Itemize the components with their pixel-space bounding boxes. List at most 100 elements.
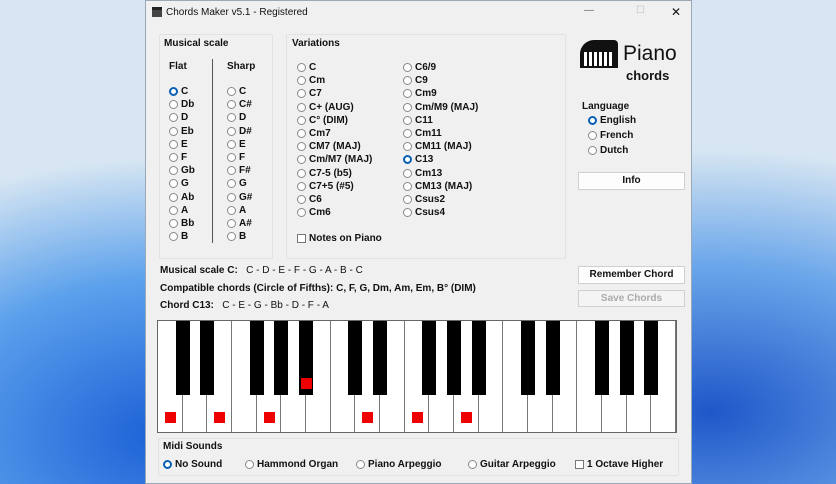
radio-label: C# xyxy=(239,99,252,111)
sharp-radio-g[interactable]: G xyxy=(227,178,247,189)
radio-label: Guitar Arpeggio xyxy=(480,459,556,470)
remember-chord-button[interactable]: Remember Chord xyxy=(578,266,685,284)
radio-circle xyxy=(403,181,412,191)
radio-label: B xyxy=(181,231,189,243)
radio-label: Cm7 xyxy=(309,128,331,139)
radio-circle xyxy=(169,232,178,242)
language-radio-english[interactable]: English xyxy=(588,115,636,126)
midi-radio-guitar-arpeggio[interactable]: Guitar Arpeggio xyxy=(468,459,556,470)
title-bar: Chords Maker v5.1 - Registered — ☐ ✕ xyxy=(146,1,691,25)
variation-radio[interactable]: C13 xyxy=(403,154,433,165)
variation-radio[interactable]: C6 xyxy=(297,194,322,205)
variation-radio[interactable]: C7-5 (b5) xyxy=(297,168,352,179)
flat-radio-gb[interactable]: Gb xyxy=(169,165,195,176)
radio-label: C7+5 (#5) xyxy=(309,180,354,192)
sharp-radio-d-sharp[interactable]: D# xyxy=(227,126,252,137)
sharp-radio-b[interactable]: B xyxy=(227,231,246,242)
flat-radio-ab[interactable]: Ab xyxy=(169,192,194,203)
variation-radio[interactable]: Csus2 xyxy=(403,194,445,205)
variation-radio[interactable]: CM7 (MAJ) xyxy=(297,141,361,152)
info-button[interactable]: Info xyxy=(578,172,685,190)
sharp-radio-f-sharp[interactable]: F# xyxy=(227,165,251,176)
variation-radio[interactable]: Cm13 xyxy=(403,168,442,179)
black-key[interactable] xyxy=(545,321,560,395)
variation-radio[interactable]: C7 xyxy=(297,88,322,99)
flat-radio-e[interactable]: E xyxy=(169,139,188,150)
notes-on-piano-checkbox[interactable]: Notes on Piano xyxy=(297,233,382,244)
piano-keyboard[interactable] xyxy=(157,320,677,433)
radio-label: E xyxy=(181,138,188,150)
midi-radio-piano-arpeggio[interactable]: Piano Arpeggio xyxy=(356,459,442,470)
save-chords-button[interactable]: Save Chords xyxy=(578,290,685,307)
musical-scale-title: Musical scale xyxy=(164,38,229,49)
sharp-radio-f[interactable]: F xyxy=(227,152,245,163)
variation-radio[interactable]: C11 xyxy=(403,115,433,126)
radio-circle xyxy=(356,460,365,469)
variation-radio[interactable]: C9 xyxy=(403,75,428,86)
variation-radio[interactable]: Cm6 xyxy=(297,207,331,218)
variation-radio[interactable]: Cm11 xyxy=(403,128,442,139)
variation-radio[interactable]: C7+5 (#5) xyxy=(297,181,354,192)
sharp-radio-d[interactable]: D xyxy=(227,112,246,123)
variation-radio[interactable]: C° (DIM) xyxy=(297,115,348,126)
flat-radio-db[interactable]: Db xyxy=(169,99,194,110)
variation-radio[interactable]: CM13 (MAJ) xyxy=(403,181,472,192)
radio-circle xyxy=(227,219,236,228)
flat-radio-bb[interactable]: Bb xyxy=(169,218,194,229)
flat-radio-c[interactable]: C xyxy=(169,86,188,97)
radio-label: Hammond Organ xyxy=(257,459,339,470)
sharp-radio-c-sharp[interactable]: C# xyxy=(227,99,252,110)
black-key[interactable] xyxy=(422,321,437,395)
minimize-button[interactable]: — xyxy=(584,5,594,16)
black-key[interactable] xyxy=(521,321,535,395)
radio-label: Cm13 xyxy=(415,167,443,179)
sharp-radio-a[interactable]: A xyxy=(227,205,246,216)
variation-radio[interactable]: Cm9 xyxy=(403,88,437,99)
variation-radio[interactable]: Cm xyxy=(297,75,325,86)
black-key[interactable] xyxy=(175,321,190,395)
black-key[interactable] xyxy=(471,321,486,395)
radio-label: C xyxy=(181,86,189,97)
flat-radio-b[interactable]: B xyxy=(169,231,188,242)
black-key[interactable] xyxy=(348,321,363,395)
variation-radio[interactable]: C+ (AUG) xyxy=(297,102,354,113)
radio-label: C xyxy=(239,86,247,97)
window-title: Chords Maker v5.1 - Registered xyxy=(166,7,308,18)
language-radio-dutch[interactable]: Dutch xyxy=(588,145,628,156)
radio-circle xyxy=(169,205,178,215)
black-key[interactable] xyxy=(595,321,609,395)
variation-radio[interactable]: Cm7 xyxy=(297,128,331,139)
flat-radio-f[interactable]: F xyxy=(169,152,187,163)
language-radio-french[interactable]: French xyxy=(588,130,633,141)
midi-radio-hammond-organ[interactable]: Hammond Organ xyxy=(245,459,338,470)
maximize-button[interactable]: ☐ xyxy=(636,5,645,16)
black-key[interactable] xyxy=(274,321,289,395)
flat-radio-g[interactable]: G xyxy=(169,178,189,189)
sharp-radio-e[interactable]: E xyxy=(227,139,246,150)
octave-higher-checkbox[interactable]: 1 Octave Higher xyxy=(575,459,663,470)
black-key[interactable] xyxy=(447,321,461,395)
variation-radio[interactable]: CM11 (MAJ) xyxy=(403,141,472,152)
flat-radio-d[interactable]: D xyxy=(169,112,188,123)
midi-radio-no-sound[interactable]: No Sound xyxy=(163,459,222,470)
variation-radio[interactable]: C6/9 xyxy=(403,62,436,73)
black-key[interactable] xyxy=(644,321,659,395)
variation-radio[interactable]: Cm/M7 (MAJ) xyxy=(297,154,372,165)
sharp-radio-c[interactable]: C xyxy=(227,86,246,97)
flat-radio-eb[interactable]: Eb xyxy=(169,126,194,137)
radio-label: A xyxy=(239,204,247,216)
black-key[interactable] xyxy=(249,321,264,395)
variation-radio[interactable]: Cm/M9 (MAJ) xyxy=(403,102,478,113)
variation-radio[interactable]: C xyxy=(297,62,316,73)
radio-circle xyxy=(468,460,477,469)
flat-radio-a[interactable]: A xyxy=(169,205,188,216)
sharp-radio-g-sharp[interactable]: G# xyxy=(227,192,252,203)
radio-circle xyxy=(403,155,412,165)
black-key[interactable] xyxy=(200,321,215,395)
radio-label: D xyxy=(239,112,247,124)
close-button[interactable]: ✕ xyxy=(671,5,681,19)
black-key[interactable] xyxy=(373,321,387,395)
sharp-radio-a-sharp[interactable]: A# xyxy=(227,218,252,229)
black-key[interactable] xyxy=(619,321,634,395)
variation-radio[interactable]: Csus4 xyxy=(403,207,445,218)
